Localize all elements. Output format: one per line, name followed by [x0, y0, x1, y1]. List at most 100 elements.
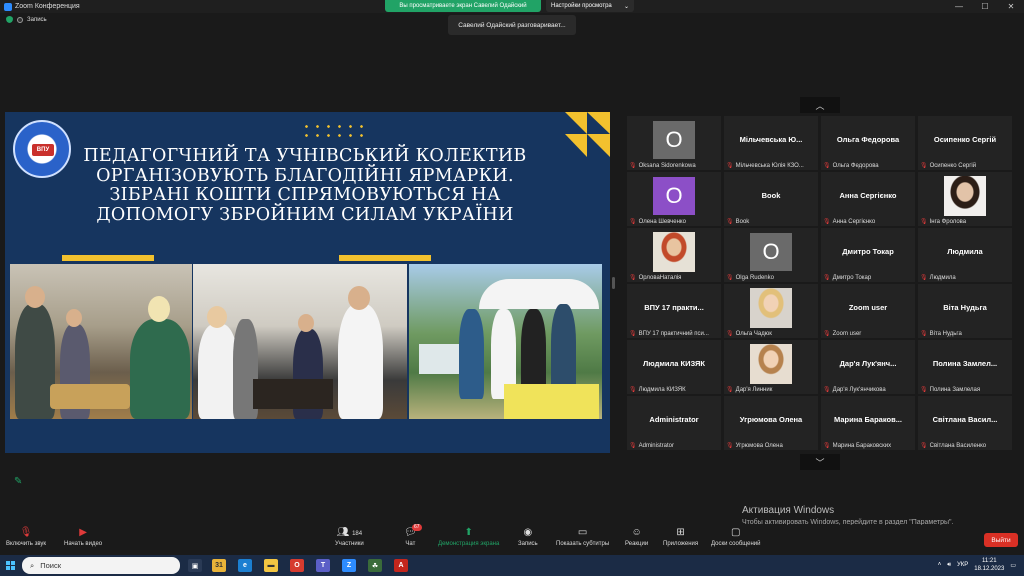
participant-tile[interactable]: Марина Бараков... 🎙︎ Марина Бараковских — [821, 396, 915, 450]
share-screen-label: Демонстрация экрана — [438, 541, 500, 547]
start-video-button[interactable]: ▶︎ Начать видео — [64, 527, 102, 547]
participants-button[interactable]: 👥︎ 184 Участники — [335, 527, 364, 547]
reactions-label: Реакции — [625, 541, 649, 547]
participant-tile[interactable]: Віта Нудьга 🎙︎ Віта Нудьга — [918, 284, 1012, 338]
reactions-button[interactable]: ☺ Реакции — [625, 527, 648, 547]
participant-tile[interactable]: Анна Сергієнко 🎙︎ Анна Сергієнко — [821, 172, 915, 226]
slide-title: Педагогчний та учнівський колектив орган… — [75, 146, 535, 225]
share-screen-button[interactable]: ⬆︎ Демонстрация экрана — [438, 527, 499, 547]
participant-name-label: 🎙︎ Zoom user — [823, 330, 913, 338]
participant-tile[interactable]: O 🎙︎ Olga Rudenko — [724, 228, 818, 282]
participant-tile[interactable]: O 🎙︎ Oksana Sidorenkowa — [627, 116, 721, 170]
calendar-app-icon[interactable]: 31 — [212, 559, 226, 572]
participant-tile[interactable]: 🎙︎ Ольга Чадюк — [724, 284, 818, 338]
tray-chevron-icon[interactable]: ˄ — [938, 562, 942, 568]
participant-tile[interactable]: Угрюмова Олена 🎙︎ Угрюмова Олена — [724, 396, 818, 450]
leave-button[interactable]: Выйти — [984, 533, 1018, 547]
share-status-banner[interactable]: Вы просматриваете экран Савелий Одайский — [385, 0, 541, 12]
participant-tile[interactable]: Ольга Федорова 🎙︎ Ольга Федорова — [821, 116, 915, 170]
task-view-icon[interactable]: ▣ — [188, 559, 202, 572]
participant-tile[interactable]: ВПУ 17 практи... 🎙︎ ВПУ 17 практичний пси.… — [627, 284, 721, 338]
participant-name: Анна Сергієнко — [832, 218, 876, 225]
whiteboards-button[interactable]: ▢ Доски сообщений — [711, 527, 761, 547]
start-button[interactable] — [0, 555, 20, 576]
participant-gallery: O 🎙︎ Oksana Sidorenkowa Мільчевська Ю... 🎙︎ М… — [627, 116, 1015, 452]
participant-tile[interactable]: Дар'я Лук'янч... 🎙︎ Дар'я Лук'янчикова — [821, 340, 915, 394]
participant-display-name: Людмила КИЗЯК — [643, 359, 705, 368]
participant-tile[interactable]: Людмила КИЗЯК 🎙︎ Людмила КИЗЯК — [627, 340, 721, 394]
speaker-icon[interactable]: 🔊︎ — [947, 562, 951, 569]
participant-tile[interactable]: 🎙︎ ОрловаНаталія — [627, 228, 721, 282]
participant-tile[interactable]: 🎙︎ Дар'я Линник — [724, 340, 818, 394]
participant-tile[interactable]: Полина Замлел... 🎙︎ Полина Замлелая — [918, 340, 1012, 394]
decorative-triangles — [565, 112, 610, 157]
language-indicator[interactable]: УКР — [957, 562, 968, 568]
participant-name: Угрюмова Олена — [735, 442, 783, 449]
participant-name: Осипенко Сергій — [929, 162, 977, 169]
system-tray: ˄ 🔊︎ УКР 11:21 18.12.2023 ▭ — [938, 557, 1016, 573]
participant-tile[interactable]: Zoom user 🎙︎ Zoom user — [821, 284, 915, 338]
participant-name: Ольга Чадюк — [735, 330, 772, 337]
participant-tile[interactable]: Людмила 🎙︎ Людмила — [918, 228, 1012, 282]
mic-muted-icon: 🎙︎ — [920, 331, 928, 337]
participant-tile[interactable]: O 🎙︎ Олена Шевченко — [627, 172, 721, 226]
notifications-icon[interactable]: ▭ — [1010, 562, 1016, 569]
chat-button[interactable]: 💬︎ 67 Чат — [404, 524, 422, 547]
search-icon: ⌕ — [30, 560, 35, 570]
participant-name-label: 🎙︎ Світлана Василенко — [920, 442, 1010, 450]
participant-name: Світлана Василенко — [929, 442, 987, 449]
pdf-reader-icon[interactable]: A — [394, 559, 408, 572]
chevron-down-icon: ﹀ — [815, 457, 825, 468]
gallery-next-button[interactable]: ﹀ — [800, 454, 840, 470]
participant-tile[interactable]: 🎙︎ Інга Фролова — [918, 172, 1012, 226]
unmute-button[interactable]: 🎙︎ Включить звук — [6, 527, 46, 547]
zoom-app-icon[interactable]: Z — [342, 559, 356, 572]
participant-tile[interactable]: Мільчевська Ю... 🎙︎ Мільчевська Юлія КЗО..… — [724, 116, 818, 170]
slide-title-line: Педагогчний та учнівський колектив — [83, 146, 527, 166]
opera-icon[interactable]: O — [290, 559, 304, 572]
chat-label: Чат — [405, 541, 416, 547]
maximize-button[interactable]: ☐ — [972, 0, 998, 13]
close-button[interactable]: ✕ — [998, 0, 1024, 13]
taskbar-search[interactable]: ⌕ Поиск — [22, 557, 180, 574]
participant-name-label: 🎙︎ Book — [726, 218, 816, 226]
mic-muted-icon: 🎙︎ — [629, 387, 637, 393]
participant-video — [653, 232, 695, 272]
apps-button[interactable]: ⊞ Приложения — [663, 527, 698, 547]
gallery-prev-button[interactable]: ︿ — [800, 97, 840, 113]
edge-icon[interactable]: e — [238, 559, 252, 572]
mic-muted-icon: 🎙︎ — [823, 275, 831, 281]
annotate-pencil-icon[interactable]: ✎ — [14, 476, 22, 487]
participant-name: Дмитро Токар — [832, 274, 872, 281]
participant-tile[interactable]: Дмитро Токар 🎙︎ Дмитро Токар — [821, 228, 915, 282]
captions-button[interactable]: ▭ Показать субтитры — [556, 527, 609, 547]
participant-name-label: 🎙︎ Мільчевська Юлія КЗО... — [726, 162, 816, 170]
record-button[interactable]: ◉ Запись — [518, 527, 538, 547]
participant-avatar: O — [653, 177, 695, 215]
minimize-button[interactable]: — — [946, 0, 972, 13]
mic-muted-icon: 🎙︎ — [823, 219, 831, 225]
teams-icon[interactable]: T — [316, 559, 330, 572]
participant-tile[interactable]: Administrator 🎙︎ Administrator — [627, 396, 721, 450]
recording-indicator[interactable]: Запись — [6, 16, 47, 23]
clock[interactable]: 11:21 18.12.2023 — [974, 557, 1004, 573]
split-resize-handle[interactable] — [612, 277, 615, 289]
participant-name: Book — [735, 218, 750, 225]
participant-name-label: 🎙︎ Угрюмова Олена — [726, 442, 816, 450]
app-title: Zoom Конференция — [0, 2, 80, 11]
mic-muted-icon: 🎙︎ — [726, 387, 734, 393]
mic-muted-icon: 🎙︎ — [629, 331, 637, 337]
app-icon[interactable]: ☘ — [368, 559, 382, 572]
participant-tile[interactable]: Осипенко Сергій 🎙︎ Осипенко Сергій — [918, 116, 1012, 170]
file-explorer-icon[interactable]: ▬ — [264, 559, 278, 572]
participant-name: Zoom user — [832, 330, 862, 337]
unmute-label: Включить звук — [6, 541, 47, 547]
mic-muted-icon: 🎙︎ — [629, 443, 637, 449]
participant-name-label: 🎙︎ Дар'я Линник — [726, 386, 816, 394]
participant-tile[interactable]: Book 🎙︎ Book — [724, 172, 818, 226]
mic-muted-icon: 🎙︎ — [920, 219, 928, 225]
participant-tile[interactable]: Світлана Васил... 🎙︎ Світлана Василенко — [918, 396, 1012, 450]
chevron-down-icon: ⌄ — [623, 3, 629, 10]
participant-display-name: Book — [761, 191, 781, 200]
view-options-button[interactable]: Настройки просмотра ⌄ — [546, 0, 634, 12]
